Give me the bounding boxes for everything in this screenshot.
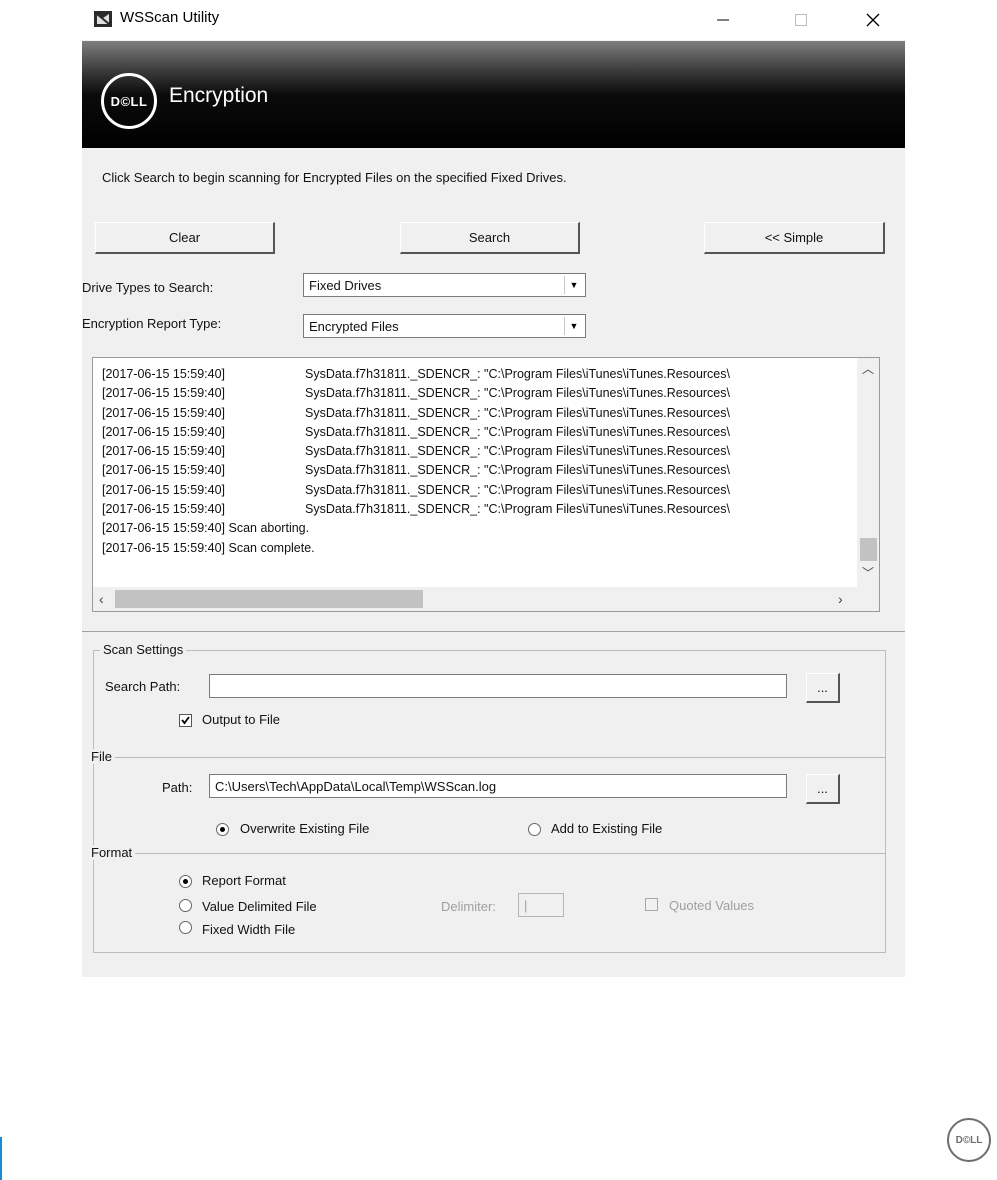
add-to-file-label: Add to Existing File xyxy=(551,821,663,836)
minimize-icon xyxy=(717,19,729,21)
clear-button[interactable]: Clear xyxy=(95,222,275,254)
log-message: SysData.f7h31811._SDENCR_: "C:\Program F… xyxy=(305,463,730,478)
log-timestamp: [2017-06-15 15:59:40] xyxy=(102,405,226,420)
report-type-value: Encrypted Files xyxy=(309,319,399,334)
close-button[interactable] xyxy=(850,4,896,36)
log-lines: [2017-06-15 15:59:40] SysData.f7h31811._S… xyxy=(102,365,730,558)
window-title: WSScan Utility xyxy=(120,9,220,26)
delimiter-input[interactable]: | xyxy=(518,893,564,917)
horizontal-scroll-thumb[interactable] xyxy=(115,590,423,608)
log-line: [2017-06-15 15:59:40] SysData.f7h31811._S… xyxy=(102,500,730,519)
drive-types-select[interactable]: Fixed Drives ▼ xyxy=(303,273,586,297)
log-line: [2017-06-15 15:59:40] SysData.f7h31811._S… xyxy=(102,481,730,500)
scroll-down-icon[interactable]: ﹀ xyxy=(862,564,874,581)
log-timestamp: [2017-06-15 15:59:40] Scan aborting. xyxy=(102,521,310,536)
chevron-down-icon[interactable]: ▼ xyxy=(564,276,583,294)
simple-button[interactable]: << Simple xyxy=(704,222,885,254)
log-message: SysData.f7h31811._SDENCR_: "C:\Program F… xyxy=(305,502,730,517)
chevron-down-icon[interactable]: ▼ xyxy=(564,317,583,335)
search-path-browse-button[interactable]: ... xyxy=(806,673,840,703)
value-delimited-radio[interactable] xyxy=(179,899,192,912)
app-icon xyxy=(94,11,112,27)
log-message: SysData.f7h31811._SDENCR_: "C:\Program F… xyxy=(305,482,730,497)
horizontal-scrollbar[interactable]: ‹ › xyxy=(93,587,879,611)
log-timestamp: [2017-06-15 15:59:40] xyxy=(102,502,226,517)
log-timestamp: [2017-06-15 15:59:40] xyxy=(102,463,226,478)
report-type-select[interactable]: Encrypted Files ▼ xyxy=(303,314,586,338)
radio-dot xyxy=(220,827,225,832)
fixed-width-label: Fixed Width File xyxy=(202,922,296,937)
settings-group: Scan Settings Search Path: ... Output to… xyxy=(88,642,886,953)
output-to-file-checkbox[interactable] xyxy=(179,714,192,727)
log-line: [2017-06-15 15:59:40] Scan aborting. xyxy=(102,519,730,538)
format-legend: Format xyxy=(88,845,136,860)
log-line: [2017-06-15 15:59:40] SysData.f7h31811._S… xyxy=(102,365,730,384)
maximize-icon xyxy=(795,14,807,26)
page-dell-logo: D©LL xyxy=(947,1118,991,1162)
search-path-input[interactable] xyxy=(209,674,787,698)
log-line: [2017-06-15 15:59:40] SysData.f7h31811._S… xyxy=(102,384,730,403)
value-delimited-label: Value Delimited File xyxy=(202,899,317,914)
checkmark-icon xyxy=(181,716,190,725)
dell-logo: D©LL xyxy=(101,73,157,129)
wsscan-window: WSScan Utility D©LL Encryption Click Sea… xyxy=(82,0,905,977)
quoted-values-checkbox[interactable] xyxy=(645,898,658,911)
file-path-input[interactable]: C:\Users\Tech\AppData\Local\Temp\WSScan.… xyxy=(209,774,787,798)
log-line: [2017-06-15 15:59:40] SysData.f7h31811._S… xyxy=(102,404,730,423)
log-message: SysData.f7h31811._SDENCR_: "C:\Program F… xyxy=(305,386,730,401)
log-timestamp: [2017-06-15 15:59:40] xyxy=(102,444,226,459)
vertical-scroll-thumb[interactable] xyxy=(860,538,877,561)
quoted-values-label: Quoted Values xyxy=(669,898,755,913)
log-line: [2017-06-15 15:59:40] SysData.f7h31811._S… xyxy=(102,423,730,442)
margin-bar xyxy=(0,1137,2,1180)
title-bar: WSScan Utility xyxy=(82,0,905,40)
search-path-label: Search Path: xyxy=(105,679,181,694)
banner-title: Encryption xyxy=(169,84,269,107)
log-timestamp: [2017-06-15 15:59:40] xyxy=(102,482,226,497)
instructions-text: Click Search to begin scanning for Encry… xyxy=(102,170,567,185)
log-message: SysData.f7h31811._SDENCR_: "C:\Program F… xyxy=(305,444,730,459)
scroll-left-icon[interactable]: ‹ xyxy=(99,591,104,607)
report-type-label: Encryption Report Type: xyxy=(82,316,222,331)
scroll-right-icon[interactable]: › xyxy=(838,591,843,607)
report-format-label: Report Format xyxy=(202,873,286,888)
scan-settings-legend: Scan Settings xyxy=(100,642,187,657)
scroll-up-icon[interactable]: ︿ xyxy=(862,360,874,377)
radio-dot xyxy=(183,879,188,884)
search-button[interactable]: Search xyxy=(400,222,580,254)
overwrite-radio[interactable] xyxy=(216,823,229,836)
fixed-width-radio[interactable] xyxy=(179,921,192,934)
drive-types-label: Drive Types to Search: xyxy=(82,280,214,295)
log-timestamp: [2017-06-15 15:59:40] xyxy=(102,386,226,401)
log-timestamp: [2017-06-15 15:59:40] Scan complete. xyxy=(102,540,315,555)
log-message: SysData.f7h31811._SDENCR_: "C:\Program F… xyxy=(305,405,730,420)
minimize-button[interactable] xyxy=(700,4,746,36)
delimiter-label: Delimiter: xyxy=(441,899,496,914)
drive-types-value: Fixed Drives xyxy=(309,278,382,293)
output-to-file-label: Output to File xyxy=(202,712,281,727)
file-legend: File xyxy=(88,749,115,764)
file-path-label: Path: xyxy=(162,780,193,795)
report-format-radio[interactable] xyxy=(179,875,192,888)
log-timestamp: [2017-06-15 15:59:40] xyxy=(102,424,226,439)
header-banner: D©LL Encryption xyxy=(82,41,905,148)
add-to-file-radio[interactable] xyxy=(528,823,541,836)
log-message: SysData.f7h31811._SDENCR_: "C:\Program F… xyxy=(305,367,730,381)
log-line: [2017-06-15 15:59:40] Scan complete. xyxy=(102,539,730,558)
vertical-scrollbar[interactable]: ︿ ﹀ xyxy=(857,358,879,588)
log-message: SysData.f7h31811._SDENCR_: "C:\Program F… xyxy=(305,424,730,439)
log-line: [2017-06-15 15:59:40] SysData.f7h31811._S… xyxy=(102,442,730,461)
format-group-line xyxy=(94,853,885,854)
file-path-browse-button[interactable]: ... xyxy=(806,774,840,804)
file-group-line xyxy=(94,757,885,758)
log-timestamp: [2017-06-15 15:59:40] xyxy=(102,367,226,381)
log-output[interactable]: [2017-06-15 15:59:40] SysData.f7h31811._S… xyxy=(92,357,880,612)
divider xyxy=(82,631,905,632)
close-icon xyxy=(866,13,880,27)
maximize-button[interactable] xyxy=(778,4,824,36)
overwrite-label: Overwrite Existing File xyxy=(240,821,370,836)
log-line: [2017-06-15 15:59:40] SysData.f7h31811._S… xyxy=(102,461,730,480)
